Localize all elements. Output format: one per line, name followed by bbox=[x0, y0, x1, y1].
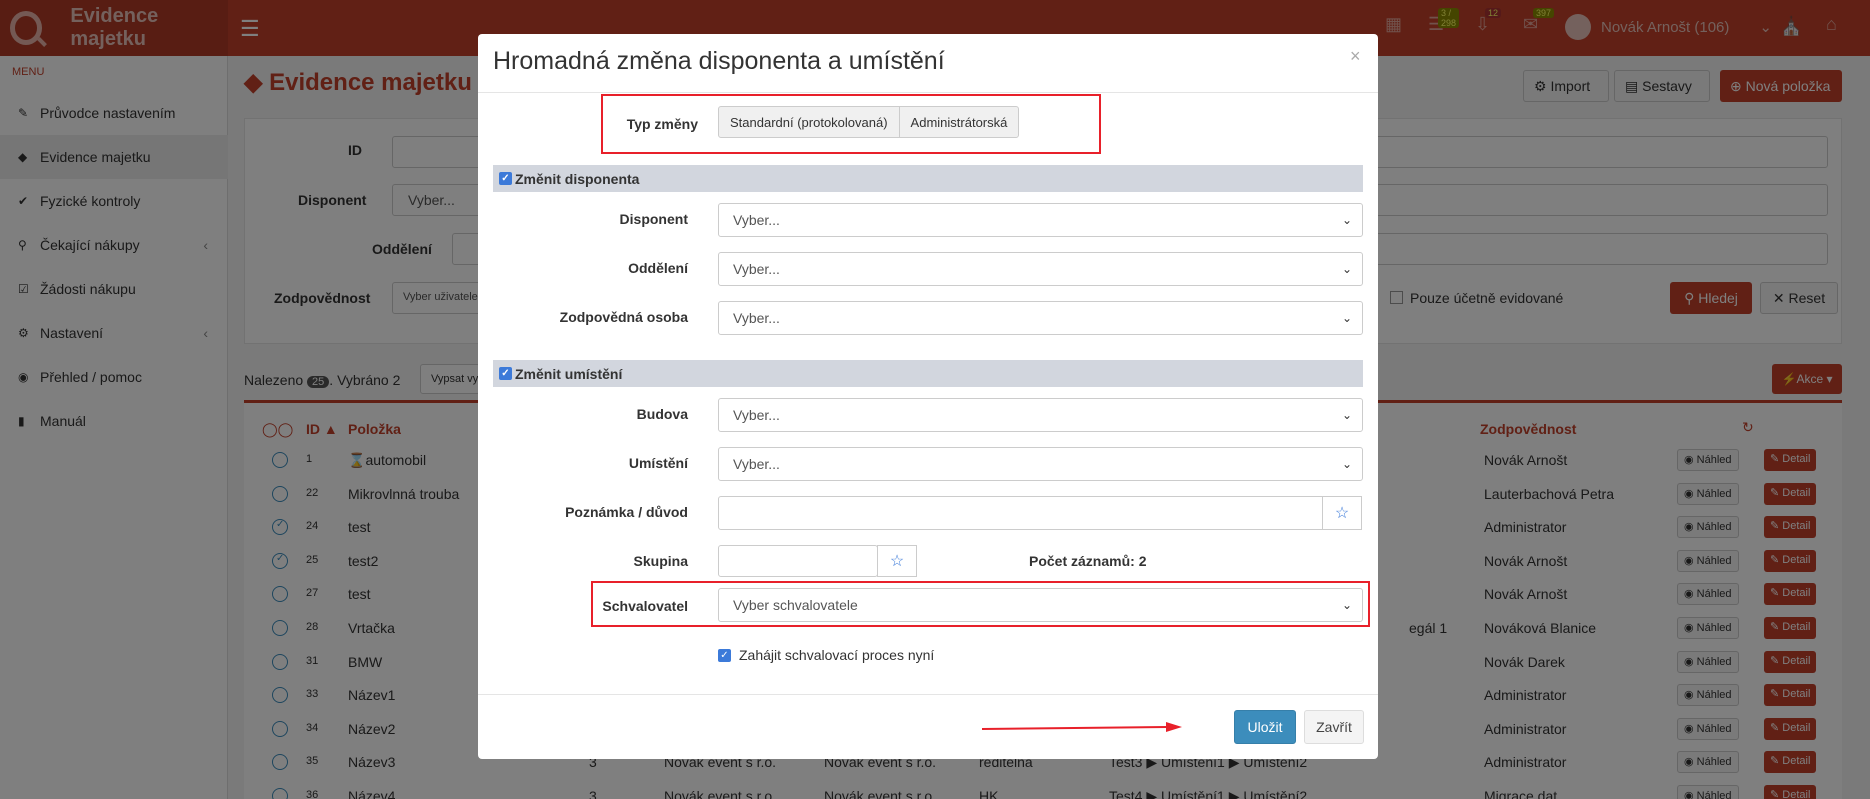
zahajit-checkbox[interactable]: ✓ bbox=[718, 648, 731, 662]
umisteni-select[interactable]: Vyber... ⌄ bbox=[718, 447, 1363, 481]
chevron-down-icon: ⌄ bbox=[1341, 213, 1352, 227]
close-button[interactable]: Zavřít bbox=[1304, 710, 1364, 744]
zahajit-row: ✓ Zahájit schvalovací proces nyní bbox=[718, 647, 934, 663]
section-zmenit-umisteni-label: Změnit umístění bbox=[515, 365, 623, 382]
oddeleni-select-value: Vyber... bbox=[733, 261, 780, 277]
chevron-down-icon: ⌄ bbox=[1341, 408, 1352, 422]
typ-standardni-button[interactable]: Standardní (protokolovaná) bbox=[719, 107, 899, 137]
section-zmenit-disponenta[interactable]: ✓ Změnit disponenta bbox=[493, 165, 1363, 192]
skupina-input[interactable] bbox=[718, 545, 878, 577]
zodpovedna-osoba-select-value: Vyber... bbox=[733, 310, 780, 326]
disponent-label: Disponent bbox=[619, 211, 688, 227]
zodpovedna-osoba-select[interactable]: Vyber... ⌄ bbox=[718, 301, 1363, 335]
chevron-down-icon: ⌄ bbox=[1341, 262, 1352, 276]
poznamka-label: Poznámka / důvod bbox=[565, 504, 688, 520]
modal-footer-divider bbox=[478, 694, 1378, 695]
zmenit-disponenta-checkbox[interactable]: ✓ bbox=[499, 172, 512, 185]
disponent-select-value: Vyber... bbox=[733, 212, 780, 228]
poznamka-star-button[interactable]: ☆ bbox=[1322, 496, 1362, 530]
schvalovatel-select-value: Vyber schvalovatele bbox=[733, 597, 858, 613]
modal-title: Hromadná změna disponenta a umístění bbox=[493, 47, 945, 75]
chevron-down-icon: ⌄ bbox=[1341, 311, 1352, 325]
star-icon: ☆ bbox=[889, 553, 905, 570]
annotation-arrow-icon bbox=[982, 722, 1182, 732]
budova-select-value: Vyber... bbox=[733, 407, 780, 423]
modal-close-button[interactable]: × bbox=[1350, 46, 1361, 67]
typ-administratorska-button[interactable]: Administrátorská bbox=[898, 107, 1019, 137]
oddeleni-label: Oddělení bbox=[628, 260, 688, 276]
modal-header-divider bbox=[478, 92, 1378, 93]
schvalovatel-label: Schvalovatel bbox=[602, 598, 688, 614]
chevron-down-icon: ⌄ bbox=[1341, 457, 1352, 471]
chevron-down-icon: ⌄ bbox=[1341, 598, 1352, 612]
umisteni-select-value: Vyber... bbox=[733, 456, 780, 472]
budova-select[interactable]: Vyber... ⌄ bbox=[718, 398, 1363, 432]
umisteni-label: Umístění bbox=[628, 455, 688, 471]
zmenit-umisteni-checkbox[interactable]: ✓ bbox=[499, 367, 512, 380]
typ-zmeny-label: Typ změny bbox=[626, 116, 698, 132]
poznamka-input[interactable] bbox=[718, 496, 1323, 530]
disponent-select[interactable]: Vyber... ⌄ bbox=[718, 203, 1363, 237]
section-zmenit-disponenta-label: Změnit disponenta bbox=[515, 170, 640, 187]
budova-label: Budova bbox=[636, 406, 688, 422]
zahajit-label: Zahájit schvalovací proces nyní bbox=[739, 647, 935, 663]
bulk-change-modal: Hromadná změna disponenta a umístění × T… bbox=[478, 34, 1378, 759]
pocet-zaznamu: Počet záznamů: 2 bbox=[1029, 553, 1147, 569]
oddeleni-select[interactable]: Vyber... ⌄ bbox=[718, 252, 1363, 286]
schvalovatel-select[interactable]: Vyber schvalovatele ⌄ bbox=[718, 588, 1363, 622]
star-icon: ☆ bbox=[1334, 505, 1350, 522]
section-zmenit-umisteni[interactable]: ✓ Změnit umístění bbox=[493, 360, 1363, 387]
typ-zmeny-button-group: Standardní (protokolovaná) Administrátor… bbox=[718, 106, 1020, 138]
save-button[interactable]: Uložit bbox=[1234, 710, 1296, 744]
skupina-star-button[interactable]: ☆ bbox=[877, 545, 917, 577]
skupina-label: Skupina bbox=[633, 553, 688, 569]
zodpovedna-osoba-label: Zodpovědná osoba bbox=[559, 309, 688, 325]
